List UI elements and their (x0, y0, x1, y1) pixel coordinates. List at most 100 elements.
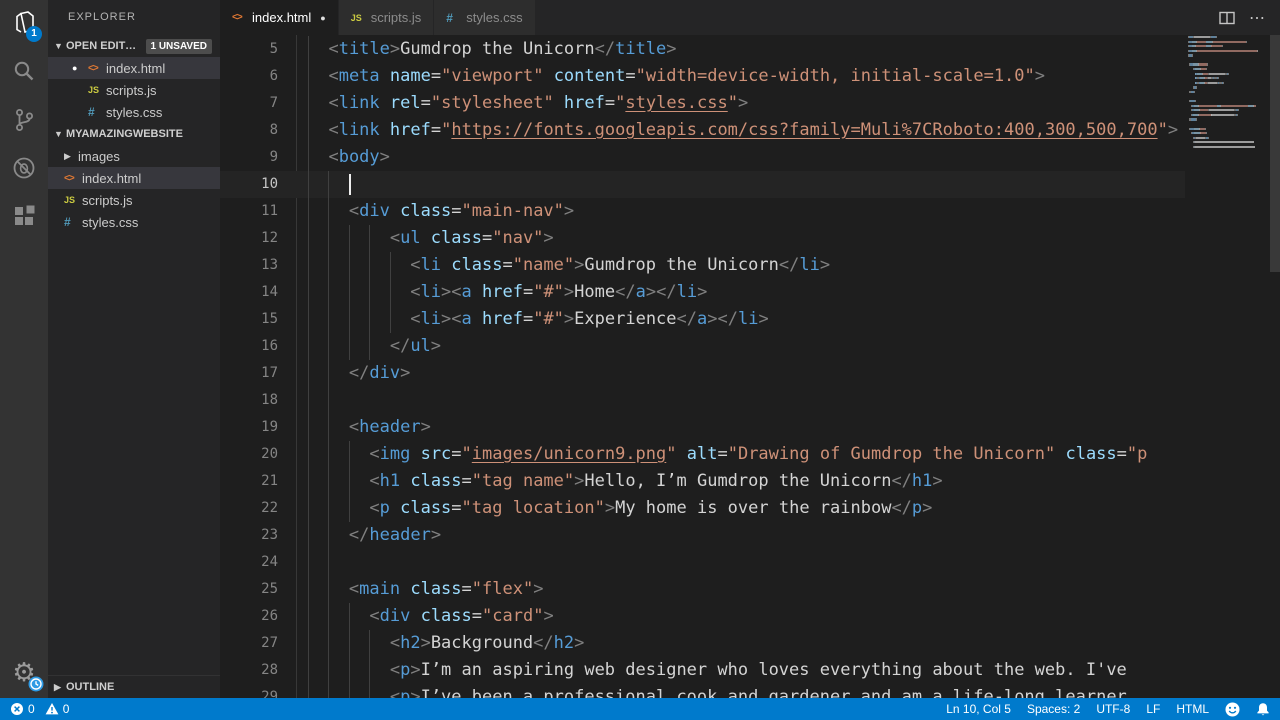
feedback-smiley-icon[interactable] (1225, 702, 1240, 717)
scrollbar-thumb[interactable] (1270, 35, 1280, 272)
line-content: <p>I’ve been a professional cook and gar… (308, 684, 1185, 698)
update-clock-badge (28, 676, 44, 692)
code-token: Home (574, 282, 615, 302)
modified-dot-icon: ● (72, 63, 88, 73)
minimap-token (1196, 137, 1205, 139)
settings-button[interactable]: ⚙ (0, 648, 48, 696)
indent-guide (308, 63, 309, 90)
code-line-15[interactable]: 15<li><a href="#">Experience</a></li> (220, 306, 1185, 333)
file-index.html[interactable]: <>index.html (48, 167, 220, 189)
status-spaces-2[interactable]: Spaces: 2 (1027, 702, 1080, 716)
code-line-13[interactable]: 13<li class="name">Gumdrop the Unicorn</… (220, 252, 1185, 279)
code-line-24[interactable]: 24 (220, 549, 1185, 576)
minimap-token (1196, 118, 1197, 120)
indent-guide (328, 684, 329, 698)
minimap-line (1191, 132, 1268, 134)
code-editor[interactable]: 5<title>Gumdrop the Unicorn</title>6<met… (220, 35, 1280, 698)
warning-count: 0 (63, 702, 70, 716)
tab-index.html[interactable]: <>index.html● (220, 0, 338, 35)
code-token: = (462, 471, 472, 491)
code-line-22[interactable]: 22<p class="tag location">My home is ove… (220, 495, 1185, 522)
workspace-folder-header[interactable]: ▼ MYAMAZINGWEBSITE (48, 123, 220, 145)
code-token: > (431, 336, 441, 356)
minimap-token (1228, 73, 1229, 75)
code-line-25[interactable]: 25<main class="flex"> (220, 576, 1185, 603)
indent-guide (328, 657, 329, 684)
indent-guide (328, 387, 329, 414)
code-line-20[interactable]: 20<img src="images/unicorn9.png" alt="Dr… (220, 441, 1185, 468)
split-editor-icon[interactable] (1219, 10, 1235, 26)
tab-scripts.js[interactable]: JSscripts.js (339, 0, 434, 35)
line-number: 6 (220, 63, 308, 90)
minimap-line (1189, 128, 1268, 130)
code-line-28[interactable]: 28<p>I’m an aspiring web designer who lo… (220, 657, 1185, 684)
status-html[interactable]: HTML (1176, 702, 1209, 716)
tab-styles.css[interactable]: #styles.css (434, 0, 534, 35)
line-content: <li class="name">Gumdrop the Unicorn</li… (308, 252, 1185, 279)
code-line-9[interactable]: 9<body> (220, 144, 1185, 171)
search-activity-button[interactable] (0, 48, 48, 96)
code-line-7[interactable]: 7<link rel="stylesheet" href="styles.css… (220, 90, 1185, 117)
extensions-activity-button[interactable] (0, 192, 48, 240)
explorer-activity-button[interactable]: 1 (0, 0, 48, 48)
open-editors-header[interactable]: ▼ OPEN EDITORS 1 UNSAVED (48, 35, 220, 57)
debug-activity-button[interactable] (0, 144, 48, 192)
file-label: index.html (106, 61, 165, 76)
code-line-16[interactable]: 16</ul> (220, 333, 1185, 360)
line-number: 26 (220, 603, 308, 630)
code-line-11[interactable]: 11<div class="main-nav"> (220, 198, 1185, 225)
modified-dot-icon[interactable]: ● (320, 13, 325, 23)
status-bar: 0 0 Ln 10, Col 5 Spaces: 2 UTF-8 LF HTML (0, 698, 1280, 720)
problems-indicator[interactable]: 0 0 (10, 702, 69, 716)
code-token: < (369, 606, 379, 626)
line-number: 11 (220, 198, 308, 225)
indent-guide (308, 171, 309, 198)
vscode-window: 1 (0, 0, 1280, 720)
file-images[interactable]: ▶images (48, 145, 220, 167)
code-line-19[interactable]: 19<header> (220, 414, 1185, 441)
code-line-8[interactable]: 8<link href="https://fonts.googleapis.co… (220, 117, 1185, 144)
code-line-26[interactable]: 26<div class="card"> (220, 603, 1185, 630)
code-line-6[interactable]: 6<meta name="viewport" content="width=de… (220, 63, 1185, 90)
code-line-12[interactable]: 12<ul class="nav"> (220, 225, 1185, 252)
code-line-29[interactable]: 29<p>I’ve been a professional cook and g… (220, 684, 1185, 698)
notifications-bell-icon[interactable] (1256, 702, 1270, 717)
file-label: images (78, 149, 120, 164)
extensions-icon (10, 202, 38, 230)
file-scripts.js[interactable]: JSscripts.js (48, 189, 220, 211)
code-line-5[interactable]: 5<title>Gumdrop the Unicorn</title> (220, 36, 1185, 63)
code-token: < (369, 444, 379, 464)
line-content: <link rel="stylesheet" href="styles.css"… (308, 90, 1185, 117)
code-line-17[interactable]: 17</div> (220, 360, 1185, 387)
code-token: </ (390, 336, 410, 356)
outline-section-header[interactable]: ▶ OUTLINE (48, 675, 220, 698)
code-line-14[interactable]: 14<li><a href="#">Home</a></li> (220, 279, 1185, 306)
minimap[interactable] (1186, 36, 1268, 150)
code-line-18[interactable]: 18 (220, 387, 1185, 414)
line-number: 9 (220, 144, 308, 171)
code-token: = (431, 66, 441, 86)
code-token: content (543, 66, 625, 86)
status-utf-8[interactable]: UTF-8 (1096, 702, 1130, 716)
status-ln-10-col-5[interactable]: Ln 10, Col 5 (946, 702, 1011, 716)
code-line-21[interactable]: 21<h1 class="tag name">Hello, I’m Gumdro… (220, 468, 1185, 495)
open-editor-styles.css[interactable]: #styles.css (48, 101, 220, 123)
minimap-line (1189, 91, 1268, 93)
code-token: > (543, 606, 553, 626)
open-editor-scripts.js[interactable]: JSscripts.js (48, 79, 220, 101)
vertical-scrollbar[interactable] (1270, 35, 1280, 698)
code-line-27[interactable]: 27<h2>Background</h2> (220, 630, 1185, 657)
status-lf[interactable]: LF (1146, 702, 1160, 716)
code-token: </ (677, 309, 697, 329)
more-actions-icon[interactable]: ⋯ (1249, 8, 1266, 28)
file-styles.css[interactable]: #styles.css (48, 211, 220, 233)
code-line-10[interactable]: 10 (220, 171, 1185, 198)
indent-guide (328, 414, 329, 441)
minimap-token (1246, 41, 1247, 43)
indent-guide (308, 387, 309, 414)
code-token: < (369, 471, 379, 491)
line-number: 19 (220, 414, 308, 441)
open-editor-index.html[interactable]: ●<>index.html (48, 57, 220, 79)
source-control-activity-button[interactable] (0, 96, 48, 144)
code-line-23[interactable]: 23</header> (220, 522, 1185, 549)
